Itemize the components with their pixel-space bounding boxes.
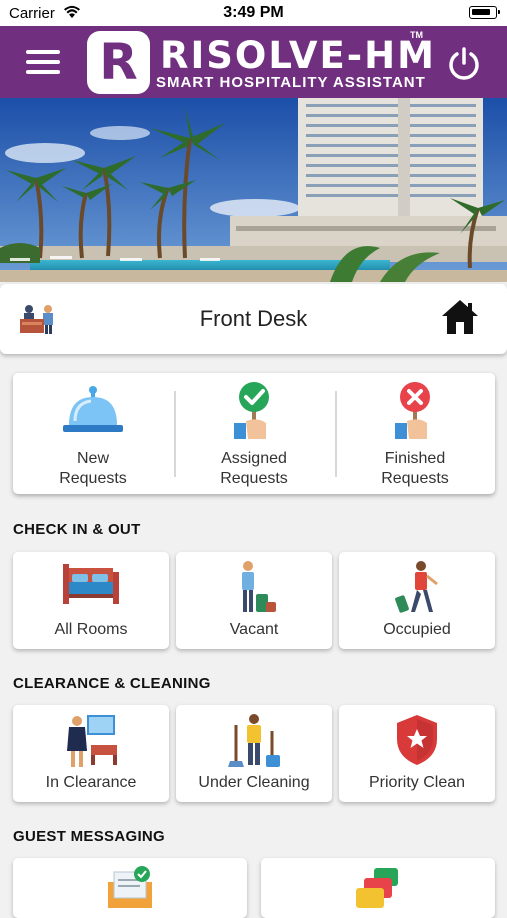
tile-label: Under Cleaning	[198, 774, 310, 791]
guest-messages-tile[interactable]	[13, 858, 247, 918]
brand-name: RISOLVE-HM	[160, 34, 436, 77]
requests-panel: New Requests Assigned Requests Finished …	[13, 373, 495, 494]
hand-x-sign-icon	[335, 381, 495, 448]
hand-check-sign-icon	[174, 381, 334, 448]
hotel-hero-image	[0, 98, 507, 282]
battery-icon	[469, 6, 500, 19]
request-label-line2: Requests	[220, 470, 288, 487]
section-title-guest-messaging: GUEST MESSAGING	[13, 828, 166, 845]
envelope-check-icon	[13, 864, 247, 913]
tile-label: Occupied	[383, 621, 451, 638]
all-rooms-tile[interactable]: All Rooms	[13, 552, 169, 649]
logo-letter: R	[99, 33, 138, 91]
vacant-tile[interactable]: Vacant	[176, 552, 332, 649]
page-title: Front Desk	[199, 306, 308, 331]
tile-label: In Clearance	[45, 774, 137, 791]
new-requests-button[interactable]: New Requests	[13, 373, 173, 494]
shield-star-icon	[339, 711, 495, 774]
power-icon[interactable]	[445, 45, 483, 83]
cleaner-icon	[176, 711, 332, 774]
request-label-line1: Assigned	[221, 450, 287, 467]
priority-clean-tile[interactable]: Priority Clean	[339, 705, 495, 802]
section-title-check-in-out: CHECK IN & OUT	[13, 521, 141, 538]
under-cleaning-tile[interactable]: Under Cleaning	[176, 705, 332, 802]
bed-icon	[13, 558, 169, 613]
tile-label: Vacant	[229, 621, 279, 638]
assigned-requests-button[interactable]: Assigned Requests	[174, 373, 334, 494]
clock-time: 3:49 PM	[223, 4, 284, 21]
app-logo: R	[87, 31, 150, 94]
service-bell-icon	[13, 381, 173, 442]
trademark-mark: TM	[410, 30, 423, 40]
section-title-clearance-cleaning: CLEARANCE & CLEANING	[13, 675, 211, 692]
request-label-line2: Requests	[59, 470, 127, 487]
brand-tagline: SMART HOSPITALITY ASSISTANT	[156, 74, 426, 91]
request-label: New Requests	[13, 449, 173, 489]
occupied-tile[interactable]: Occupied	[339, 552, 495, 649]
tile-label: Priority Clean	[368, 774, 466, 791]
request-label: Finished Requests	[335, 449, 495, 489]
status-bar: Carrier 3:49 PM	[0, 0, 507, 26]
chat-messages-tile[interactable]	[261, 858, 495, 918]
request-label: Assigned Requests	[174, 449, 334, 489]
chat-bubbles-icon	[261, 864, 495, 913]
request-label-line1: Finished	[384, 450, 446, 467]
app-header: R RISOLVE-HM TM SMART HOSPITALITY ASSIST…	[0, 26, 507, 98]
finished-requests-button[interactable]: Finished Requests	[335, 373, 495, 494]
tile-label: All Rooms	[54, 621, 128, 638]
housekeeper-icon	[13, 711, 169, 774]
guest-luggage-icon	[176, 558, 332, 623]
front-desk-card: Front Desk	[0, 284, 507, 354]
request-label-line2: Requests	[381, 470, 449, 487]
request-label-line1: New	[76, 450, 109, 467]
traveler-icon	[339, 558, 495, 623]
in-clearance-tile[interactable]: In Clearance	[13, 705, 169, 802]
home-icon[interactable]	[440, 298, 480, 341]
hamburger-menu-icon[interactable]	[26, 50, 60, 76]
